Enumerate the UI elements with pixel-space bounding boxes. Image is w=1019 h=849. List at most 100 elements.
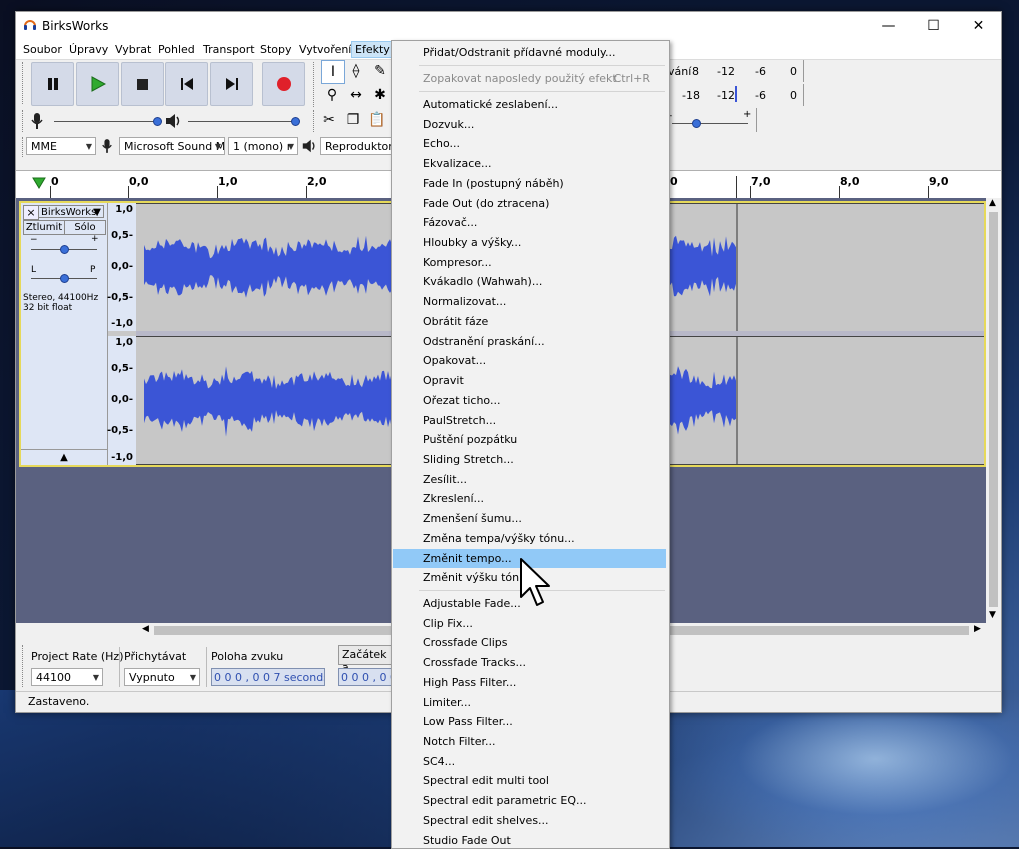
minimize-button[interactable]: — bbox=[866, 12, 911, 40]
edit-grip[interactable] bbox=[313, 110, 317, 132]
effects-menu-item[interactable]: Odstranění praskání... bbox=[393, 332, 666, 351]
mute-button[interactable]: Ztlumit bbox=[23, 220, 65, 235]
effects-menu-item[interactable]: Opakovat... bbox=[393, 351, 666, 370]
close-button[interactable]: ✕ bbox=[956, 12, 1001, 40]
audio-position-field[interactable]: 0 0 0 , 0 0 7 seconds bbox=[211, 668, 325, 686]
track-info-format: Stereo, 44100Hz bbox=[23, 293, 99, 303]
effects-menu-item[interactable]: PaulStretch... bbox=[393, 411, 666, 430]
menu-transport[interactable]: Transport bbox=[200, 42, 258, 57]
track-name-menu[interactable]: BirksWorks ▼ bbox=[38, 205, 104, 218]
play-speed-knob[interactable] bbox=[692, 119, 701, 128]
toolbar-grip[interactable] bbox=[22, 62, 26, 104]
solo-button[interactable]: Sólo bbox=[64, 220, 106, 235]
effects-menu-item[interactable]: Kvákadlo (Wahwah)... bbox=[393, 272, 666, 291]
skip-to-end-button[interactable] bbox=[210, 62, 253, 106]
selection-start-field[interactable]: 0 0 0 , 0 0 7 bbox=[338, 668, 393, 686]
scroll-down-icon[interactable]: ▼ bbox=[989, 610, 996, 620]
effects-menu-item[interactable]: Kompresor... bbox=[393, 253, 666, 272]
zoom-tool[interactable]: ⚲ bbox=[321, 84, 343, 106]
maximize-button[interactable]: ☐ bbox=[911, 12, 956, 40]
effects-menu-item[interactable]: Spectral edit shelves... bbox=[393, 811, 666, 830]
recording-channels-select[interactable]: 1 (mono) r ▼ bbox=[228, 137, 298, 155]
playback-volume-knob[interactable] bbox=[291, 117, 300, 126]
menu-upravy[interactable]: Úpravy bbox=[66, 42, 111, 57]
playback-volume-slider[interactable] bbox=[188, 121, 298, 122]
effects-menu-item[interactable]: Fade In (postupný náběh) bbox=[393, 174, 666, 193]
envelope-tool[interactable]: ⟠ bbox=[345, 60, 367, 82]
menu-vytvoreni[interactable]: Vytvoření bbox=[296, 42, 354, 57]
paste-button[interactable]: 📋 bbox=[366, 109, 388, 131]
effects-menu-item[interactable]: Fade Out (do ztracena) bbox=[393, 194, 666, 213]
mixer-grip[interactable] bbox=[22, 110, 26, 132]
vertical-scale-bottom[interactable]: 1,0 0,5- 0,0- -0,5- -1,0 bbox=[107, 336, 136, 465]
effects-menu-item[interactable]: Normalizovat... bbox=[393, 292, 666, 311]
vertical-scroll-thumb[interactable] bbox=[989, 212, 998, 607]
effects-menu-item[interactable]: Opravit bbox=[393, 371, 666, 390]
audio-host-select[interactable]: MME ▼ bbox=[26, 137, 96, 155]
menu-vybrat[interactable]: Vybrat bbox=[112, 42, 154, 57]
effects-menu-item[interactable]: Ořezat ticho... bbox=[393, 391, 666, 410]
record-button[interactable] bbox=[262, 62, 305, 106]
effects-menu-item[interactable]: Zkreslení... bbox=[393, 489, 666, 508]
selection-start-menu[interactable]: Začátek a bbox=[338, 645, 393, 674]
pause-button[interactable] bbox=[31, 62, 74, 106]
menu-efekty[interactable]: Efekty bbox=[351, 41, 394, 58]
skip-to-start-button[interactable] bbox=[165, 62, 208, 106]
scroll-right-icon[interactable]: ▶ bbox=[974, 624, 981, 634]
menu-soubor[interactable]: Soubor bbox=[20, 42, 65, 57]
effects-menu-item[interactable]: Limiter... bbox=[393, 693, 666, 712]
playback-device-select[interactable]: Reproduktory bbox=[320, 137, 400, 155]
effects-menu-item[interactable]: Puštění pozpátku bbox=[393, 430, 666, 449]
effects-menu-item[interactable]: Sliding Stretch... bbox=[393, 450, 666, 469]
stop-button[interactable] bbox=[121, 62, 164, 106]
effects-menu-item[interactable]: Změna tempa/výšky tónu... bbox=[393, 529, 666, 548]
menu-pohled[interactable]: Pohled bbox=[155, 42, 198, 57]
recording-device-select[interactable]: Microsoft Sound M ▼ bbox=[119, 137, 225, 155]
tools-grip[interactable] bbox=[313, 62, 317, 107]
timeshift-tool[interactable]: ↔ bbox=[345, 84, 367, 106]
play-speed-slider[interactable] bbox=[672, 123, 748, 124]
snap-select[interactable]: Vypnuto ▼ bbox=[124, 668, 200, 686]
record-volume-knob[interactable] bbox=[153, 117, 162, 126]
effects-menu-item[interactable]: Automatické zeslabení... bbox=[393, 95, 666, 114]
scroll-left-icon[interactable]: ◀ bbox=[142, 624, 149, 634]
collapse-track-button[interactable]: ▲ bbox=[21, 449, 107, 465]
selection-tool[interactable]: I bbox=[321, 60, 345, 84]
track-close-button[interactable]: × bbox=[23, 205, 39, 220]
effects-menu-item[interactable]: Fázovač... bbox=[393, 213, 666, 232]
effects-menu-item[interactable]: Obrátit fáze bbox=[393, 312, 666, 331]
effects-menu-item[interactable]: Zesílit... bbox=[393, 470, 666, 489]
copy-button[interactable]: ❐ bbox=[342, 109, 364, 131]
effects-menu-item[interactable]: High Pass Filter... bbox=[393, 673, 666, 692]
divider bbox=[119, 647, 120, 687]
effects-menu-item[interactable]: Přidat/Odstranit přídavné moduly... bbox=[393, 43, 666, 62]
vertical-scrollbar[interactable]: ▲ ▼ bbox=[986, 198, 1001, 623]
project-rate-select[interactable]: 44100 ▼ bbox=[31, 668, 103, 686]
vertical-scale-top[interactable]: 1,0 0,5- 0,0- -0,5- -1,0 bbox=[107, 203, 136, 331]
effects-menu-item[interactable]: Notch Filter... bbox=[393, 732, 666, 751]
effects-menu-item[interactable]: Echo... bbox=[393, 134, 666, 153]
effects-menu-item[interactable]: Low Pass Filter... bbox=[393, 712, 666, 731]
effects-menu-item[interactable]: Ekvalizace... bbox=[393, 154, 666, 173]
effects-menu-item[interactable]: Studio Fade Out bbox=[393, 831, 666, 848]
pan-slider-knob[interactable] bbox=[60, 274, 69, 283]
scroll-up-icon[interactable]: ▲ bbox=[989, 198, 996, 208]
effects-menu-item[interactable]: Crossfade Clips bbox=[393, 633, 666, 652]
draw-tool[interactable]: ✎ bbox=[369, 60, 391, 82]
multi-tool[interactable]: ✱ bbox=[369, 84, 391, 106]
record-volume-slider[interactable] bbox=[54, 121, 159, 122]
gain-slider-knob[interactable] bbox=[60, 245, 69, 254]
menu-stopy[interactable]: Stopy bbox=[257, 42, 295, 57]
effects-menu-item[interactable]: Hloubky a výšky... bbox=[393, 233, 666, 252]
effects-menu-item[interactable]: Spectral edit parametric EQ... bbox=[393, 791, 666, 810]
effects-menu-item[interactable]: Clip Fix... bbox=[393, 614, 666, 633]
effects-menu-item[interactable]: Dozvuk... bbox=[393, 115, 666, 134]
selection-toolbar-grip[interactable] bbox=[22, 645, 26, 687]
effects-menu-item[interactable]: Spectral edit multi tool bbox=[393, 771, 666, 790]
effects-menu-item[interactable]: SC4... bbox=[393, 752, 666, 771]
effects-menu-item[interactable]: Zmenšení šumu... bbox=[393, 509, 666, 528]
play-button[interactable] bbox=[76, 62, 119, 106]
minimize-icon: — bbox=[881, 18, 896, 34]
cut-button[interactable]: ✂ bbox=[318, 109, 340, 131]
effects-menu-item[interactable]: Crossfade Tracks... bbox=[393, 653, 666, 672]
